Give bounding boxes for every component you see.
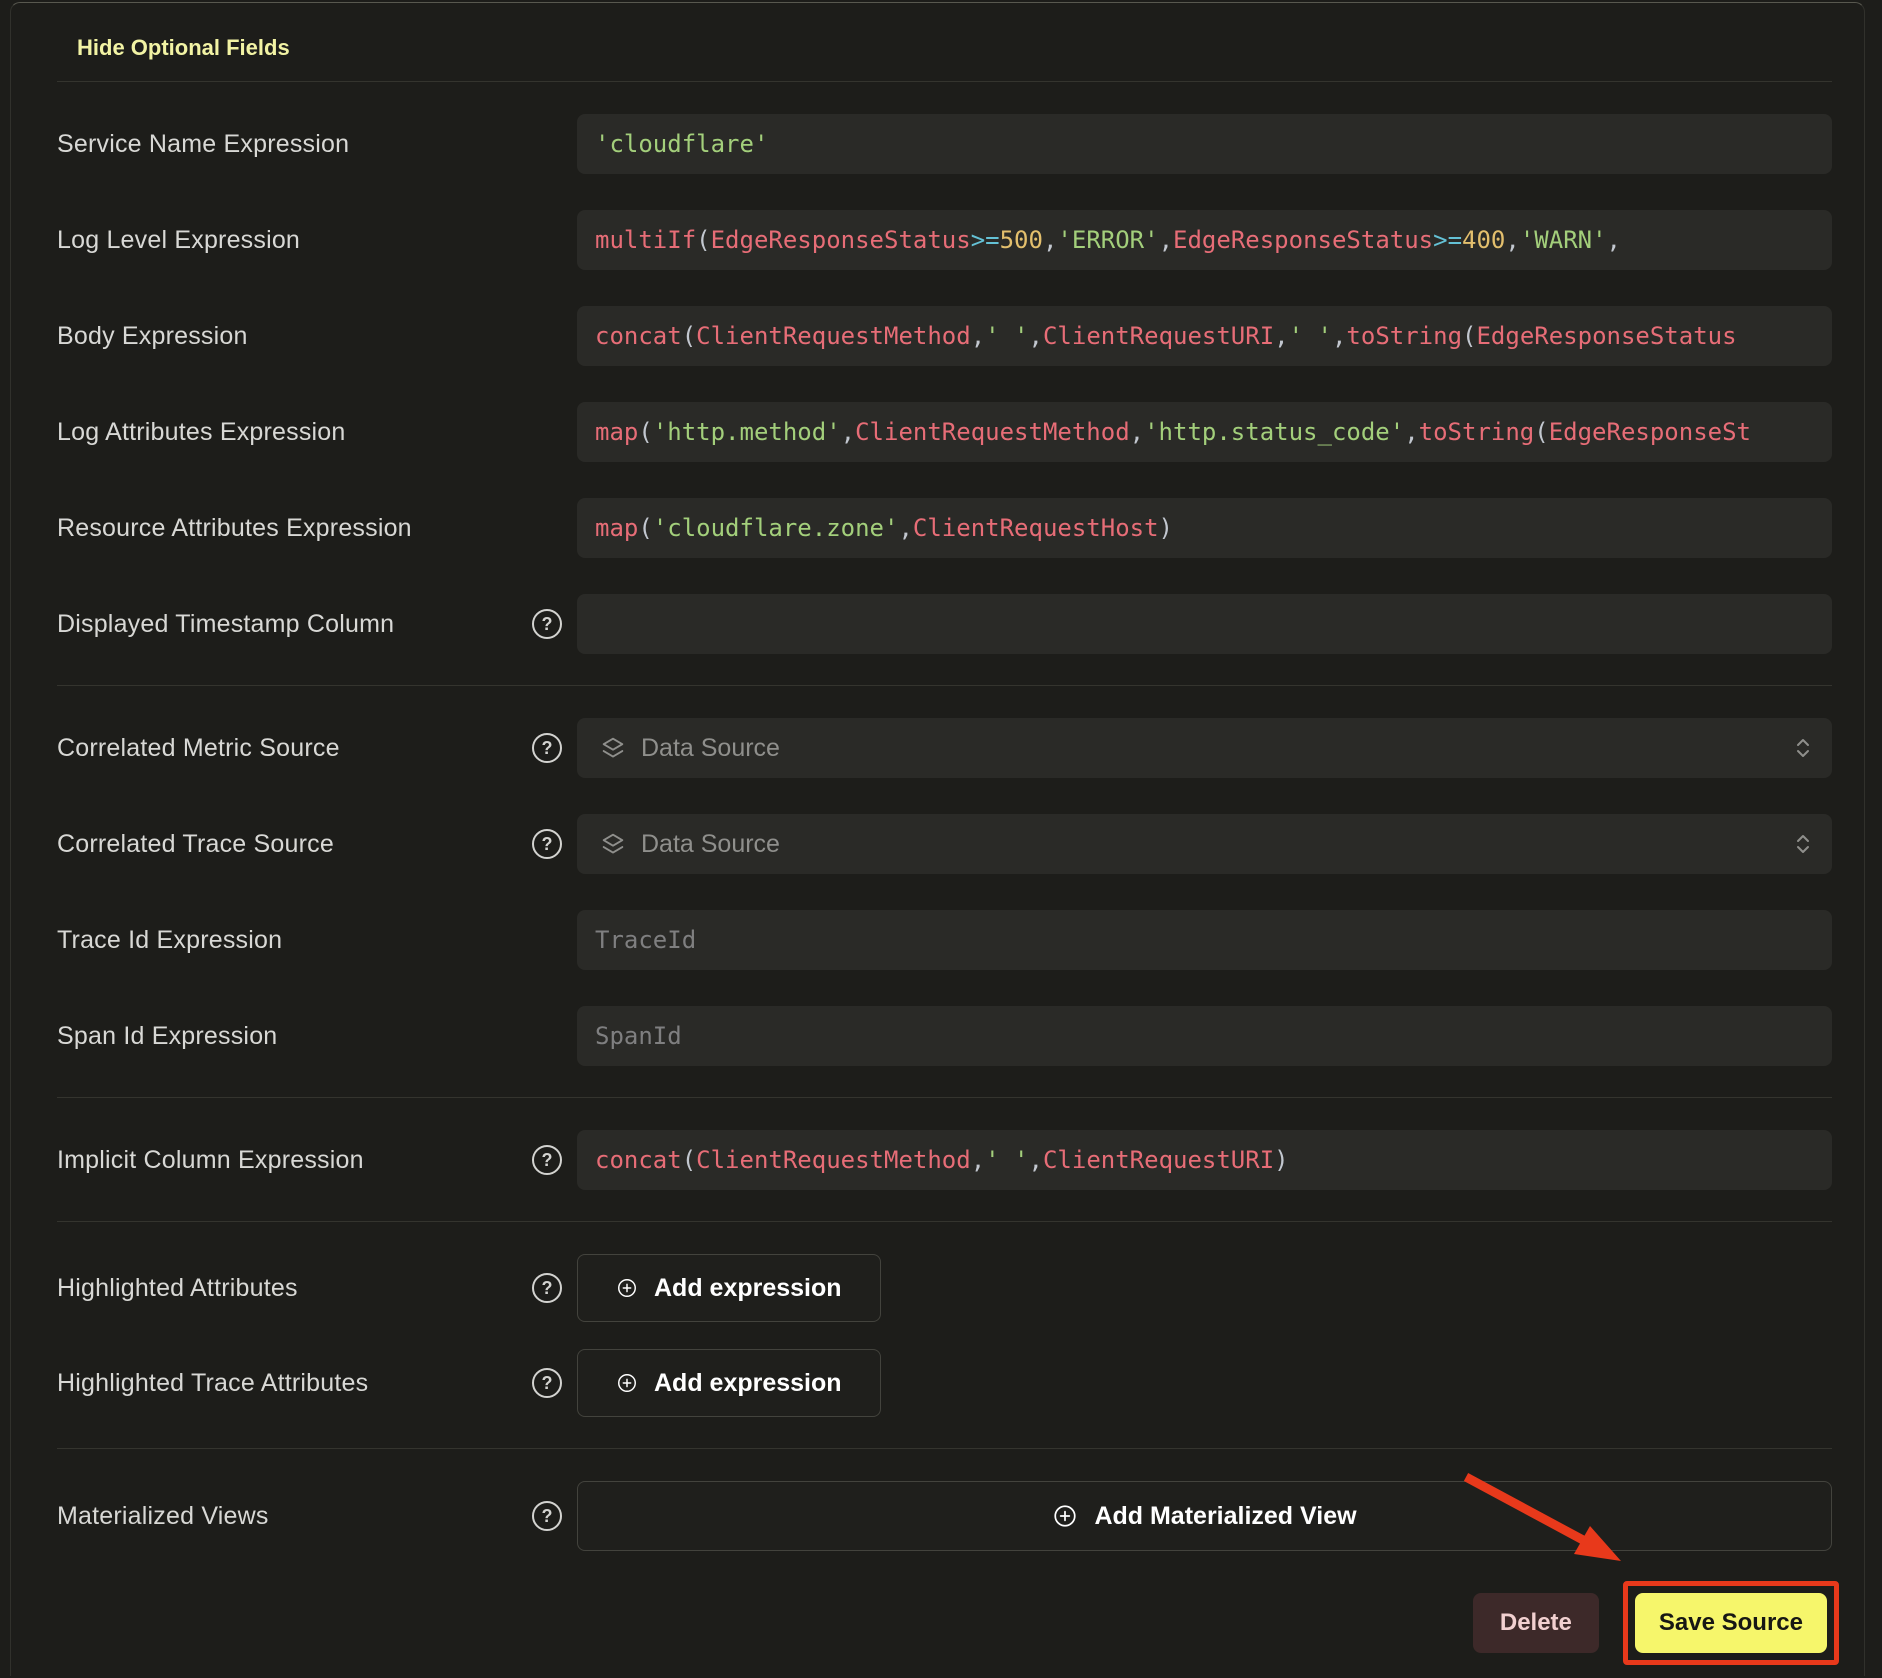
help-icon[interactable]: ? [532,1273,562,1303]
add-expression-button[interactable]: Add expression [577,1254,881,1322]
trace-id-expression-input[interactable]: TraceId [577,910,1832,970]
body-expression-input[interactable]: concat(ClientRequestMethod, ' ', ClientR… [577,306,1832,366]
circle-plus-icon [616,1277,638,1299]
delete-button[interactable]: Delete [1473,1593,1599,1653]
help-icon[interactable]: ? [532,733,562,763]
form-row-span-id: Span Id Expression SpanId [47,1006,1832,1066]
field-label: Highlighted Attributes [57,1274,298,1303]
field-label: Correlated Trace Source [57,830,334,859]
add-expression-button[interactable]: Add expression [577,1349,881,1417]
input-placeholder: TraceId [595,926,696,954]
layers-icon [599,734,627,762]
form-row-resource-attributes: Resource Attributes Expression map('clou… [47,498,1832,558]
help-icon[interactable]: ? [532,829,562,859]
chevron-up-down-icon [1794,735,1812,761]
form-row-log-attributes: Log Attributes Expression map('http.meth… [47,402,1832,462]
save-source-button[interactable]: Save Source [1635,1593,1827,1653]
span-id-expression-input[interactable]: SpanId [577,1006,1832,1066]
chevron-up-down-icon [1794,831,1812,857]
service-name-expression-input[interactable]: 'cloudflare' [577,114,1832,174]
field-label: Resource Attributes Expression [57,514,412,543]
field-label: Body Expression [57,322,248,351]
field-label: Log Attributes Expression [57,418,346,447]
field-label: Span Id Expression [57,1022,277,1051]
divider [57,1221,1832,1222]
add-expression-label: Add expression [654,1274,842,1303]
form-row-correlated-metric: Correlated Metric Source ? Data Source [47,718,1832,778]
field-label: Materialized Views [57,1502,269,1531]
save-button-wrapper: Save Source [1635,1593,1827,1653]
form-row-highlighted-attributes: Highlighted Attributes ? Add expression [47,1254,1832,1322]
select-placeholder: Data Source [641,734,1794,763]
form-row-implicit-column: Implicit Column Expression ? concat(Clie… [47,1130,1832,1190]
circle-plus-icon [1052,1503,1078,1529]
form-row-trace-id: Trace Id Expression TraceId [47,910,1832,970]
divider [57,81,1832,82]
input-placeholder: SpanId [595,1022,682,1050]
correlated-metric-source-select[interactable]: Data Source [577,718,1832,778]
add-expression-label: Add expression [654,1369,842,1398]
log-level-expression-input[interactable]: multiIf(EdgeResponseStatus >= 500, 'ERRO… [577,210,1832,270]
field-label: Log Level Expression [57,226,300,255]
hide-optional-fields-link[interactable]: Hide Optional Fields [77,33,290,63]
field-label: Correlated Metric Source [57,734,340,763]
field-label: Highlighted Trace Attributes [57,1369,368,1398]
form-row-body: Body Expression concat(ClientRequestMeth… [47,306,1832,366]
correlated-trace-source-select[interactable]: Data Source [577,814,1832,874]
log-attributes-expression-input[interactable]: map('http.method', ClientRequestMethod, … [577,402,1832,462]
divider [57,1448,1832,1449]
form-row-displayed-timestamp: Displayed Timestamp Column ? [47,594,1832,654]
layers-icon [599,830,627,858]
help-icon[interactable]: ? [532,1501,562,1531]
help-icon[interactable]: ? [532,609,562,639]
field-label: Implicit Column Expression [57,1146,364,1175]
field-label: Service Name Expression [57,130,349,159]
source-settings-panel: Hide Optional Fields Service Name Expres… [10,2,1865,1676]
resource-attributes-expression-input[interactable]: map('cloudflare.zone', ClientRequestHost… [577,498,1832,558]
form-row-log-level: Log Level Expression multiIf(EdgeRespons… [47,210,1832,270]
form-row-correlated-trace: Correlated Trace Source ? Data Source [47,814,1832,874]
field-label: Displayed Timestamp Column [57,610,394,639]
divider [57,685,1832,686]
displayed-timestamp-column-input[interactable] [577,594,1832,654]
form-actions: Delete Save Source [47,1593,1832,1653]
form-row-service-name: Service Name Expression 'cloudflare' [47,114,1832,174]
add-materialized-view-label: Add Materialized View [1094,1502,1356,1531]
form-row-highlighted-trace-attributes: Highlighted Trace Attributes ? Add expre… [47,1349,1832,1417]
help-icon[interactable]: ? [532,1368,562,1398]
implicit-column-expression-input[interactable]: concat(ClientRequestMethod, ' ', ClientR… [577,1130,1832,1190]
help-icon[interactable]: ? [532,1145,562,1175]
circle-plus-icon [616,1372,638,1394]
field-label: Trace Id Expression [57,926,282,955]
select-placeholder: Data Source [641,830,1794,859]
add-materialized-view-button[interactable]: Add Materialized View [577,1481,1832,1551]
divider [57,1097,1832,1098]
form-row-materialized-views: Materialized Views ? Add Materialized Vi… [47,1481,1832,1551]
